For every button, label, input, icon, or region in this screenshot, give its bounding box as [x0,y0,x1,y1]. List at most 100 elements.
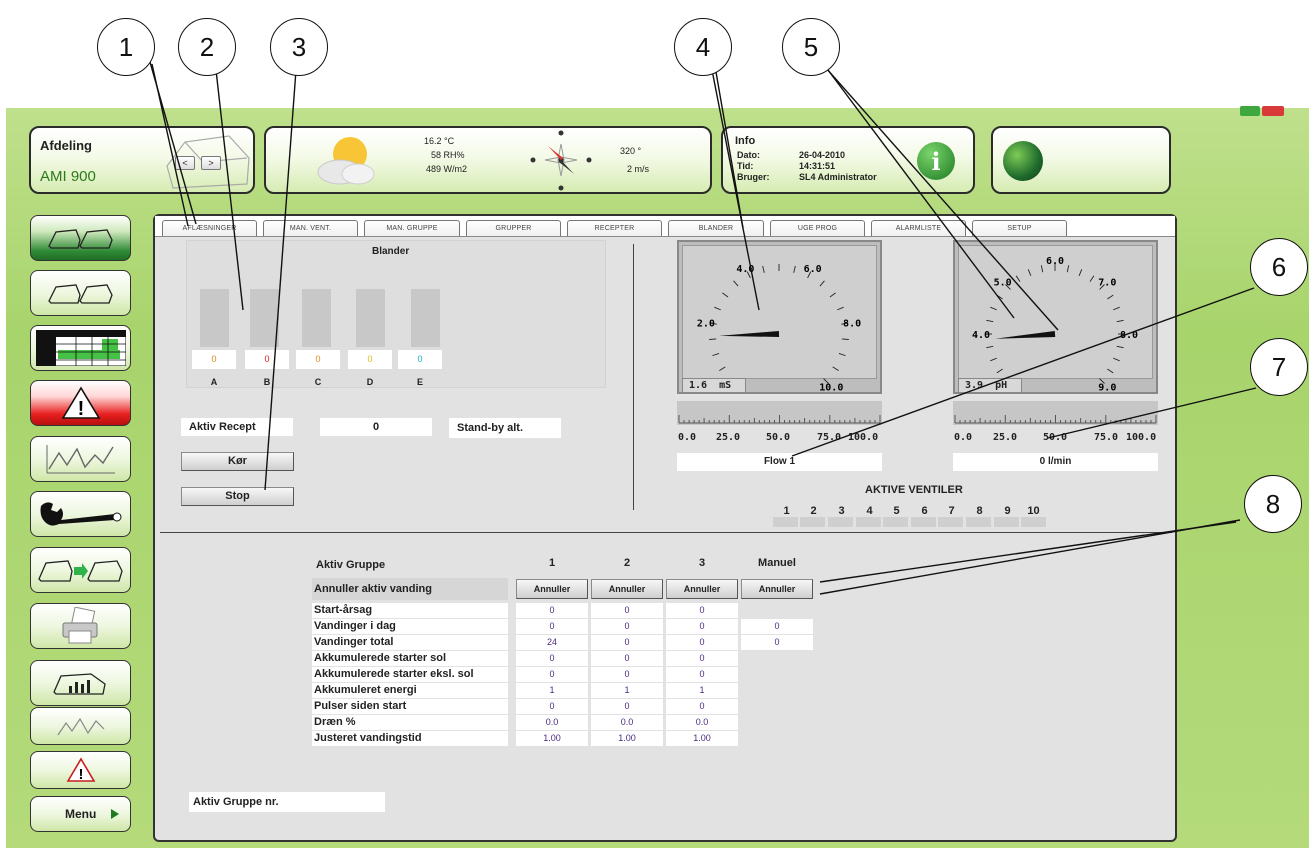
greenhouse-chart-icon [52,673,106,695]
wind-speed-value: 2 m/s [627,164,650,174]
blander-value-e: 0 [398,350,442,369]
date-value: 26-04-2010 [799,150,846,160]
ec-gauge-tick [837,306,844,311]
next-department-button[interactable]: > [201,156,221,170]
menu-label: Menu [65,807,97,821]
callout-8: 8 [1244,475,1302,533]
blander-bar-a [200,289,229,347]
ec-gauge-tick [719,366,726,371]
flow-1-scale-75: 75.0 [817,432,842,443]
blander-bar-e [411,289,440,347]
info-title: Info [735,135,756,147]
cancel-group-1-button[interactable]: Annuller [516,579,588,599]
valve-9-number: 9 [1004,505,1011,517]
tab-uge-prog[interactable]: UGE PROG [770,220,865,236]
table-cell: 0 [516,651,588,666]
flow-1-scale-50: 50.0 [766,432,791,443]
table-cell: 0 [666,619,738,634]
ph-gauge-tick [1040,265,1044,273]
callout-4: 4 [674,18,732,76]
blander-letter-d: D [366,377,374,387]
sidebar-graph-button[interactable] [30,436,131,482]
table-row-label: Akkumulerede starter sol [312,651,508,666]
cancel-group-2-button[interactable]: Annuller [591,579,663,599]
sidebar-alarm-button[interactable]: ! [30,380,131,426]
greenhouses-icon [47,229,113,249]
info-labels: Dato: Tid: Bruger: [737,150,770,182]
ec-gauge-tick [762,265,765,273]
tab-blander[interactable]: BLANDER [668,220,764,236]
sidebar-settings-button[interactable] [30,491,131,537]
ec-readout: 1.6 mS [682,378,746,393]
time-value: 14:31:51 [799,161,836,171]
section-divider-vertical [633,244,634,510]
table-cell-manual: 0 [741,635,813,650]
humidity-value: 58 RH% [431,150,465,160]
tab-aflaesninger[interactable]: AFLÆSNINGER [162,220,257,236]
ph-readout: 3.9 pH [958,378,1022,393]
table-cell: 0 [591,603,663,618]
valve-5-number: 5 [893,505,900,517]
sidebar-schedule-button[interactable] [30,325,131,371]
table-cell: 0 [591,651,663,666]
ec-gauge-tick-label: 10.0 [819,382,843,392]
sidebar-warning-button[interactable]: ! [30,751,131,789]
table-cell: 1 [516,683,588,698]
close-button[interactable] [1262,106,1284,116]
flow-2-scale-75: 75.0 [1094,432,1119,443]
tab-man-vent[interactable]: MAN. VENT. [263,220,358,236]
prev-department-button[interactable]: < [175,156,195,170]
department-label: Afdeling [40,138,92,153]
sidebar-greenhouses-button[interactable] [30,270,131,316]
run-button[interactable]: Kør [181,452,294,471]
valve-9-indicator [994,517,1019,527]
table-cell: 1.00 [591,731,663,746]
callout-7: 7 [1250,338,1308,396]
schedule-grid-icon [35,330,126,366]
department-value: AMI 900 [40,168,96,185]
table-cell: 0 [591,699,663,714]
minimize-button[interactable] [1240,106,1260,116]
aktiv-gruppe-header: Aktiv Gruppe [316,559,386,571]
callout-5: 5 [782,18,840,76]
tab-alarmliste[interactable]: ALARMLISTE [871,220,966,236]
tab-man-gruppe[interactable]: MAN. GRUPPE [364,220,460,236]
ph-gauge-tick-label: 8.0 [1120,330,1138,341]
weather-panel: 16.2 °C 58 RH% 489 W/m2 320 ° 2 m/s [264,126,712,194]
flow-slider-1[interactable] [677,401,882,425]
sidebar-greenhouses-active-button[interactable] [30,215,131,261]
cancel-manual-button[interactable]: Annuller [741,579,813,599]
valve-10-number: 10 [1027,505,1040,517]
cancel-active-watering-label: Annuller aktiv vanding [312,578,508,600]
aktiv-recept-value: 0 [320,418,432,436]
aktiv-gruppe-nr-label: Aktiv Gruppe nr. [189,792,385,812]
ph-gauge-tick [996,368,1003,374]
table-row-label: Dræn % [312,715,508,730]
blander-value-c: 0 [296,350,340,369]
menu-button[interactable]: Menu [30,796,131,832]
tab-recepter[interactable]: RECEPTER [567,220,662,236]
sidebar-greenhouse-stats-button[interactable] [30,660,131,706]
sidebar-print-button[interactable] [30,603,131,649]
tab-grupper[interactable]: GRUPPER [466,220,561,236]
wrench-icon [40,502,121,526]
ph-gauge-tick [1116,345,1124,349]
stop-button[interactable]: Stop [181,487,294,506]
cancel-group-3-button[interactable]: Annuller [666,579,738,599]
sidebar-trend-button[interactable] [30,707,131,745]
valve-4-number: 4 [866,505,873,517]
tab-setup[interactable]: SETUP [972,220,1067,236]
flow-slider-2[interactable] [953,401,1158,425]
ph-gauge-tick [990,357,997,362]
ec-gauge-tick [733,280,739,287]
globe-icon[interactable] [1003,141,1043,181]
table-cell: 1.00 [516,731,588,746]
ph-gauge-tick [1015,275,1021,282]
info-icon[interactable]: i [917,142,955,180]
warning-icon: ! [61,386,100,420]
weather-sun-cloud-icon [317,137,375,185]
info-values: 26-04-2010 14:31:51 SL4 Administrator [799,150,877,183]
table-cell-manual: 0 [741,619,813,634]
ph-gauge: 3.04.05.06.07.08.09.0 3.9 pH [953,240,1158,394]
sidebar-transfer-button[interactable] [30,547,131,593]
